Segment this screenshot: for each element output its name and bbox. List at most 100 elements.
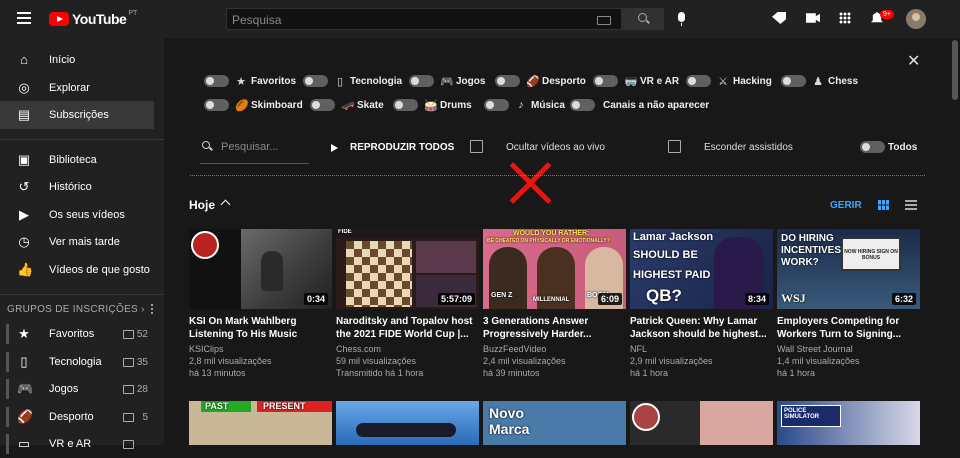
video-title[interactable]: Patrick Queen: Why Lamar Jackson should … <box>630 315 773 341</box>
play-all-button[interactable]: REPRODUZIR TODOS <box>331 142 454 153</box>
video-thumbnail[interactable]: PAST PRESENT <box>189 401 332 445</box>
video-thumbnail[interactable] <box>630 401 773 445</box>
search-input[interactable]: Pesquisa <box>226 8 622 30</box>
channel-name[interactable]: Wall Street Journal <box>777 343 920 355</box>
filter-chip-chess[interactable]: ♟ Chess <box>781 74 858 88</box>
group-count: 5 <box>142 411 148 423</box>
grid-view-icon[interactable] <box>878 200 889 210</box>
toggle-switch[interactable] <box>860 141 885 153</box>
toggle-switch[interactable] <box>484 99 509 111</box>
sidebar-item-label: Tecnologia <box>49 356 102 368</box>
search-placeholder: Pesquisa <box>232 13 282 27</box>
keyboard-icon[interactable] <box>597 16 611 25</box>
toggle-switch[interactable] <box>593 75 618 87</box>
toggle-switch[interactable] <box>409 75 434 87</box>
video-card[interactable]: 0:34 KSI On Mark Wahlberg Listening To H… <box>189 229 332 379</box>
sidebar-group-jogos[interactable]: 🎮 Jogos 28 <box>0 375 154 403</box>
sidebar-item-historico[interactable]: ↺ Histórico <box>0 173 154 201</box>
filter-chip-skimboard[interactable]: 🏉 Skimboard <box>204 98 303 112</box>
sidebar-item-videos-de-que-gosto[interactable]: 👍 Vídeos de que gosto <box>0 256 154 284</box>
toggle-switch[interactable] <box>204 75 229 87</box>
filter-chip-vr-e-ar[interactable]: 🥽 VR e AR <box>593 74 679 88</box>
hide-watched-checkbox[interactable] <box>668 140 681 153</box>
hamburger-menu-icon[interactable] <box>17 12 31 24</box>
video-title[interactable]: 3 Generations Answer Progressively Harde… <box>483 315 626 341</box>
sidebar-item-explorar[interactable]: ◎ Explorar <box>0 74 154 102</box>
toggle-switch[interactable] <box>570 99 595 111</box>
filter-chip-desporto[interactable]: 🏈 Desporto <box>495 74 586 88</box>
video-thumbnail[interactable]: POLICE SIMULATOR <box>777 401 920 445</box>
thumbnail-text: SHOULD BE <box>633 249 698 261</box>
video-title[interactable]: Naroditsky and Topalov host the 2021 FID… <box>336 315 479 341</box>
video-card[interactable]: FIDE 5:57:09 Naroditsky and Topalov host… <box>336 229 479 379</box>
sidebar-group-vr-e-ar[interactable]: ▭ VR e AR <box>0 430 154 458</box>
sidebar-item-biblioteca[interactable]: ▣ Biblioteca <box>0 146 154 174</box>
channel-avatar <box>632 403 660 431</box>
filter-chip-musica[interactable]: ♪ Música <box>484 98 565 112</box>
video-thumbnail[interactable]: Lamar Jackson SHOULD BE HIGHEST PAID QB?… <box>630 229 773 309</box>
sidebar-item-inicio[interactable]: ⌂ Início <box>0 46 154 74</box>
search-button[interactable] <box>622 8 664 30</box>
groups-header[interactable]: GRUPOS DE INSCRIÇÕES › <box>7 304 145 315</box>
tag-icon[interactable] <box>772 12 786 24</box>
sidebar-item-subscricoes[interactable]: ▤ Subscrições <box>0 101 154 129</box>
video-thumbnail[interactable]: WOULD YOU RATHER: BE CHEATED ON PHYSICAL… <box>483 229 626 309</box>
group-count: 52 <box>136 328 148 340</box>
channel-name[interactable]: Chess.com <box>336 343 479 355</box>
toggle-switch[interactable] <box>310 99 335 111</box>
subscriptions-search-input[interactable]: Pesquisar... <box>200 138 309 164</box>
filter-chip-skate[interactable]: 🛹 Skate <box>310 98 384 112</box>
filter-chip-tecnologia[interactable]: ▯ Tecnologia <box>303 74 402 88</box>
chip-label: Skate <box>357 99 384 111</box>
create-video-icon[interactable] <box>806 13 820 23</box>
video-card[interactable]: DO HIRING INCENTIVES WORK? NOW HIRING SI… <box>777 229 920 379</box>
video-thumbnail[interactable]: Novo Marca <box>483 401 626 445</box>
toggle-switch[interactable] <box>204 99 229 111</box>
filter-chip-hacking[interactable]: ⚔ Hacking <box>686 74 772 88</box>
filter-chip-jogos[interactable]: 🎮 Jogos <box>409 74 485 88</box>
filter-chip-canais-a-nao-aparecer[interactable]: Canais a não aparecer <box>570 98 709 112</box>
sidebar-group-tecnologia[interactable]: ▯ Tecnologia 35 <box>0 348 154 376</box>
video-card[interactable]: WOULD YOU RATHER: BE CHEATED ON PHYSICAL… <box>483 229 626 379</box>
video-card[interactable]: Lamar Jackson SHOULD BE HIGHEST PAID QB?… <box>630 229 773 379</box>
video-thumbnail[interactable]: DO HIRING INCENTIVES WORK? NOW HIRING SI… <box>777 229 920 309</box>
avatar[interactable] <box>906 9 926 29</box>
sidebar-item-os-seus-videos[interactable]: ▶ Os seus vídeos <box>0 201 154 229</box>
scrollbar-thumb[interactable] <box>952 40 958 100</box>
toggle-switch[interactable] <box>303 75 328 87</box>
view-count: 1,4 mil visualizações <box>777 356 860 366</box>
gamepad-icon: 🎮 <box>440 75 454 88</box>
sidebar-group-desporto[interactable]: 🏈 Desporto 5 <box>0 403 154 431</box>
toggle-switch[interactable] <box>686 75 711 87</box>
channel-name[interactable]: KSIClips <box>189 343 332 355</box>
toggle-switch[interactable] <box>495 75 520 87</box>
chevron-up-icon[interactable] <box>220 199 231 210</box>
manage-button[interactable]: GERIR <box>830 200 862 211</box>
apps-icon[interactable] <box>839 12 851 24</box>
filter-chip-favoritos[interactable]: ★ Favoritos <box>204 74 296 88</box>
video-title[interactable]: KSI On Mark Wahlberg Listening To His Mu… <box>189 315 332 341</box>
all-toggle[interactable]: Todos <box>860 140 917 154</box>
youtube-logo[interactable]: YouTube PT <box>49 10 137 27</box>
group-count: 35 <box>136 356 148 368</box>
channel-name[interactable]: BuzzFeedVideo <box>483 343 626 355</box>
video-thumbnail[interactable]: 0:34 <box>189 229 332 309</box>
scrollbar[interactable] <box>950 38 960 445</box>
video-thumbnail[interactable] <box>336 401 479 445</box>
sidebar-item-ver-mais-tarde[interactable]: ◷ Ver mais tarde <box>0 228 154 256</box>
video-thumbnail[interactable]: FIDE 5:57:09 <box>336 229 479 309</box>
sidebar-group-favoritos[interactable]: ★ Favoritos 52 <box>0 320 154 348</box>
sidebar-item-label: Subscrições <box>49 109 109 121</box>
microphone-icon[interactable] <box>678 12 685 26</box>
close-icon[interactable]: ✕ <box>907 51 920 71</box>
toggle-switch[interactable] <box>781 75 806 87</box>
filter-chip-drums[interactable]: 🥁 Drums <box>393 98 472 112</box>
toggle-switch[interactable] <box>393 99 418 111</box>
channel-name[interactable]: NFL <box>630 343 773 355</box>
vr-icon: ▭ <box>17 436 31 451</box>
hide-live-checkbox[interactable] <box>470 140 483 153</box>
sidebar-item-label: Biblioteca <box>49 154 97 166</box>
video-title[interactable]: Employers Competing for Workers Turn to … <box>777 315 920 341</box>
list-view-icon[interactable] <box>905 200 917 210</box>
more-options-icon[interactable] <box>151 303 153 315</box>
